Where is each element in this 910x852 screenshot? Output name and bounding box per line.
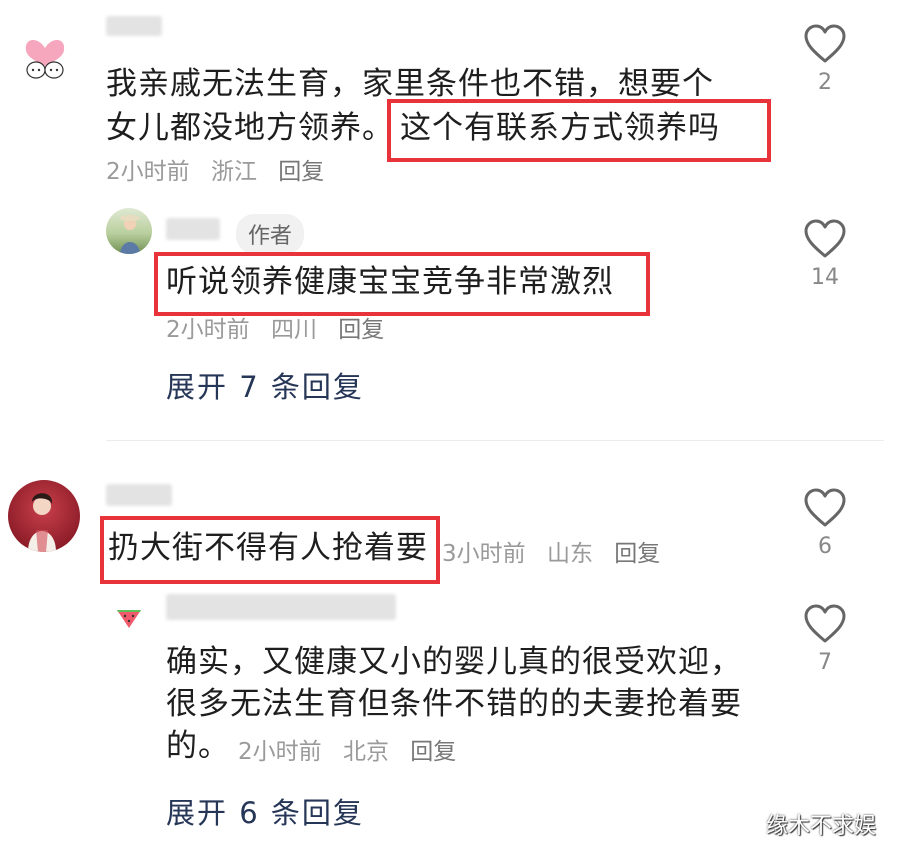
like-count: 14 bbox=[811, 265, 839, 290]
comment-time: 2小时前 bbox=[238, 739, 322, 765]
highlighted-comment-text: 这个有联系方式领养吗 bbox=[400, 110, 720, 146]
comment-text-line: 的。 bbox=[166, 728, 230, 764]
heart-icon bbox=[804, 488, 846, 527]
like-button[interactable]: 14 bbox=[797, 219, 853, 290]
comment-meta: 2小时前 北京 回复 bbox=[238, 732, 470, 766]
author-badge: 作者 bbox=[236, 214, 305, 254]
reply-button[interactable]: 回复 bbox=[410, 739, 456, 765]
watermark: 缘木不求娱 bbox=[766, 814, 877, 839]
like-count: 7 bbox=[818, 650, 832, 675]
comment-time: 2小时前 bbox=[166, 317, 250, 343]
expand-replies-link[interactable]: 展开 6 条回复 bbox=[166, 790, 364, 832]
username-blurred[interactable] bbox=[166, 594, 396, 620]
comment-location: 浙江 bbox=[210, 159, 257, 185]
highlighted-comment-text: 听说领养健康宝宝竞争非常激烈 bbox=[166, 264, 614, 300]
reply-button[interactable]: 回复 bbox=[614, 541, 660, 567]
heart-icon bbox=[804, 219, 846, 258]
comment-time: 2小时前 bbox=[106, 159, 190, 185]
comment-meta: 3小时前 山东 回复 bbox=[442, 534, 674, 568]
avatar[interactable] bbox=[106, 208, 152, 254]
comment-meta: 2小时前 四川 回复 bbox=[166, 310, 398, 344]
comment-text-line: 确实，又健康又小的婴儿真的很受欢迎， bbox=[166, 644, 742, 680]
divider bbox=[106, 440, 884, 441]
comment-location: 北京 bbox=[342, 739, 389, 765]
username-blurred[interactable] bbox=[166, 218, 220, 240]
comment-meta: 2小时前 浙江 回复 bbox=[106, 152, 338, 186]
comment-location: 山东 bbox=[546, 541, 593, 567]
like-button[interactable]: 6 bbox=[797, 488, 853, 559]
expand-replies-link[interactable]: 展开 7 条回复 bbox=[166, 364, 364, 406]
heart-icon bbox=[804, 604, 846, 643]
avatar[interactable] bbox=[112, 598, 146, 632]
highlighted-comment-text: 扔大街不得有人抢着要 bbox=[108, 530, 428, 566]
comment-time: 3小时前 bbox=[442, 541, 526, 567]
like-count: 6 bbox=[818, 534, 832, 559]
comment-location: 四川 bbox=[270, 317, 317, 343]
person-avatar-icon bbox=[28, 493, 56, 552]
person-avatar-icon bbox=[120, 215, 140, 254]
comment-text-line: 女儿都没地方领养。 bbox=[106, 110, 394, 146]
username-blurred[interactable] bbox=[106, 484, 172, 506]
username-blurred[interactable] bbox=[106, 16, 162, 36]
avatar[interactable] bbox=[8, 480, 80, 552]
avatar[interactable] bbox=[18, 30, 72, 84]
like-button[interactable]: 7 bbox=[797, 604, 853, 675]
watermelon-icon bbox=[117, 610, 141, 628]
bunny-avatar-icon bbox=[25, 39, 65, 79]
reply-button[interactable]: 回复 bbox=[278, 159, 324, 185]
heart-icon bbox=[804, 24, 846, 63]
comment-text-line: 很多无法生育但条件不错的的夫妻抢着要 bbox=[166, 686, 742, 722]
like-button[interactable]: 2 bbox=[797, 24, 853, 95]
like-count: 2 bbox=[818, 70, 832, 95]
reply-button[interactable]: 回复 bbox=[338, 317, 384, 343]
